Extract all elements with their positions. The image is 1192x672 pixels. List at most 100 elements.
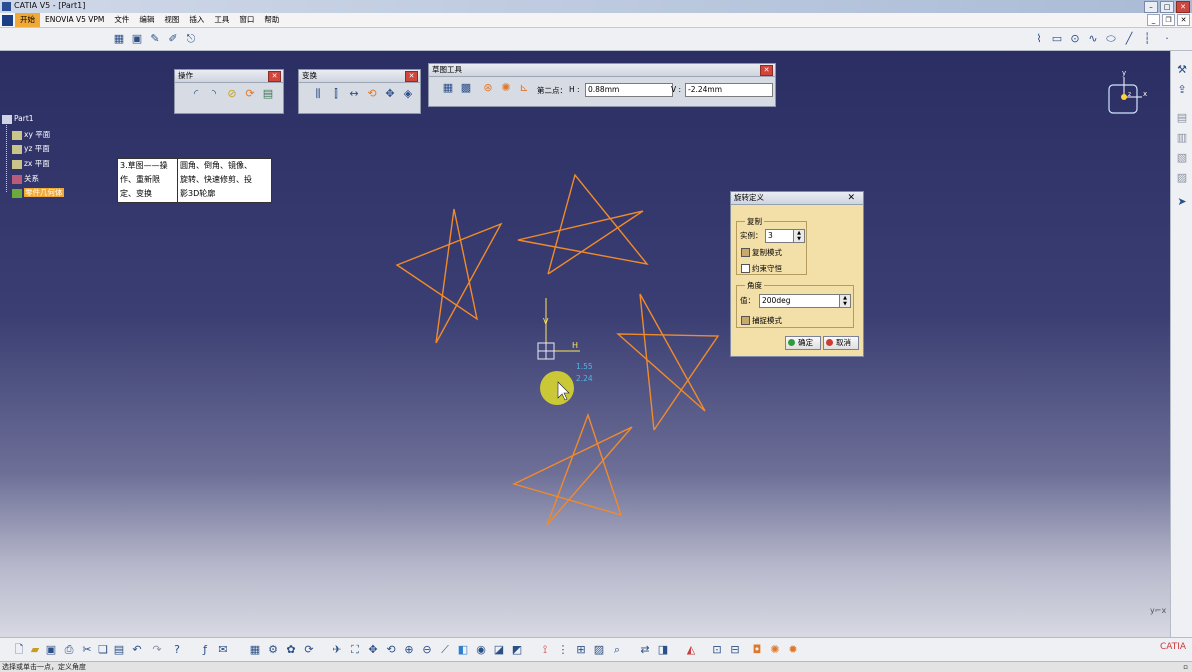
positioned-sketch-icon[interactable]: ▣ (130, 32, 144, 46)
zoom-in-icon[interactable]: ⊕ (402, 643, 416, 657)
chamfer-icon[interactable]: ◝ (207, 87, 221, 101)
constraint-icon[interactable]: ▧ (1175, 151, 1189, 165)
axis-icon[interactable]: ┆ (1140, 32, 1154, 46)
instances-stepper[interactable]: 3 ▲ ▼ (765, 229, 805, 243)
ok-button[interactable]: 确定 (785, 336, 821, 350)
minimize-button[interactable]: – (1144, 1, 1158, 13)
3d-viewport[interactable]: V H 1.55 2.24 y x z y⌐x (0, 51, 1170, 637)
knowledge-icon[interactable]: ✿ (284, 643, 298, 657)
update-icon[interactable]: ⟳ (302, 643, 316, 657)
stepper-arrows-icon[interactable]: ▲ ▼ (839, 295, 850, 307)
doc-minimize-button[interactable]: _ (1147, 14, 1160, 26)
menu-window[interactable]: 窗口 (234, 13, 259, 27)
project-3d-icon[interactable]: ▤ (261, 87, 275, 101)
h-value-field[interactable]: 0.88mm (585, 83, 673, 97)
sketch-tools-close-button[interactable]: ✕ (760, 65, 773, 76)
orange-tool-icon-1[interactable]: ◘ (750, 643, 764, 657)
snap-to-point-icon[interactable]: ▩ (459, 81, 473, 95)
translate-icon[interactable]: ↔ (347, 87, 361, 101)
doc-restore-button[interactable]: ❐ (1162, 14, 1175, 26)
point-icon[interactable]: · (1160, 32, 1174, 46)
apply-material-icon[interactable]: ◨ (656, 643, 670, 657)
construction-icon[interactable]: ⊛ (481, 81, 495, 95)
corner-icon[interactable]: ◜ (189, 87, 203, 101)
menu-tools[interactable]: 工具 (209, 13, 234, 27)
menu-help[interactable]: 帮助 (259, 13, 284, 27)
new-icon[interactable]: 🗋 (12, 643, 26, 657)
cut-part-icon[interactable]: ▥ (1175, 131, 1189, 145)
lock-icon[interactable]: ⊡ (710, 643, 724, 657)
layer-icon[interactable]: ⊟ (728, 643, 742, 657)
material-icon[interactable]: ▨ (592, 643, 606, 657)
offset-icon[interactable]: ◈ (401, 87, 415, 101)
measure-icon[interactable]: ▤ (1175, 111, 1189, 125)
measure-between-icon[interactable]: ⋮ (556, 643, 570, 657)
cut-icon[interactable]: ✂ (80, 643, 94, 657)
menu-edit[interactable]: 编辑 (134, 13, 159, 27)
swap-icon[interactable]: ⇄ (638, 643, 652, 657)
tree-item-xy-plane[interactable]: xy 平面 (12, 129, 50, 140)
tree-item-relations[interactable]: 关系 (12, 173, 39, 184)
mirror-transform-icon[interactable]: ⫼ (311, 87, 325, 101)
geometric-constraints-icon[interactable]: ✺ (499, 81, 513, 95)
orange-tool-icon-2[interactable]: ✺ (768, 643, 782, 657)
sketch-icon[interactable]: ▦ (112, 32, 126, 46)
sketch-tools-icon[interactable]: ⚒ (1175, 63, 1189, 77)
isometric-view-icon[interactable]: ◧ (456, 643, 470, 657)
mirror-icon[interactable]: ⟳ (243, 87, 257, 101)
copy-icon[interactable]: ❏ (96, 643, 110, 657)
exit-sketch-icon[interactable]: ⎋ (184, 32, 198, 46)
pan-icon[interactable]: ✥ (366, 643, 380, 657)
normal-view-icon[interactable]: ⟋ (438, 643, 452, 657)
menu-view[interactable]: 视图 (159, 13, 184, 27)
redo-icon[interactable]: ↷ (150, 643, 164, 657)
tree-root-part1[interactable]: Part1 (2, 114, 34, 124)
menu-insert[interactable]: 插入 (184, 13, 209, 27)
open-icon[interactable]: ▰ (28, 643, 42, 657)
angle-value-field[interactable]: 200deg ▲ ▼ (759, 294, 851, 308)
spline-icon[interactable]: ∿ (1086, 32, 1100, 46)
select-arrow-icon[interactable]: ➤ (1175, 195, 1189, 209)
transform-toolbar-close-button[interactable]: ✕ (405, 71, 418, 82)
dialog-close-button[interactable]: ✕ (847, 192, 855, 204)
cancel-button[interactable]: 取消 (823, 336, 859, 350)
print-icon[interactable]: ⎙ (62, 643, 76, 657)
catalog-icon[interactable]: ⚙ (266, 643, 280, 657)
shading-icon[interactable]: ◉ (474, 643, 488, 657)
scale-icon[interactable]: ✥ (383, 87, 397, 101)
circle-icon[interactable]: ⊙ (1068, 32, 1082, 46)
tree-item-yz-plane[interactable]: yz 平面 (12, 143, 50, 154)
swap-space-icon[interactable]: ◩ (510, 643, 524, 657)
fit-all-icon[interactable]: ⛶ (348, 643, 362, 657)
snap-mode-checkbox[interactable] (741, 316, 750, 325)
menu-file[interactable]: 文件 (109, 13, 134, 27)
fly-mode-icon[interactable]: ✈ (330, 643, 344, 657)
comment-icon[interactable]: ✉ (216, 643, 230, 657)
pencil-icon[interactable]: ✎ (148, 32, 162, 46)
menu-enovia[interactable]: ENOVIA V5 VPM (40, 13, 109, 27)
symmetry-icon[interactable]: ⫿ (329, 87, 343, 101)
dimensional-constraints-icon[interactable]: ⊾ (517, 81, 531, 95)
keep-constraints-checkbox[interactable] (741, 264, 750, 273)
constraint-display-icon[interactable]: ⟟ (538, 643, 552, 657)
save-icon[interactable]: ▣ (44, 643, 58, 657)
doc-close-button[interactable]: ✕ (1177, 14, 1190, 26)
operation-toolbar-close-button[interactable]: ✕ (268, 71, 281, 82)
trim-icon[interactable]: ⊘ (225, 87, 239, 101)
analysis-icon[interactable]: ▨ (1175, 171, 1189, 185)
paste-icon[interactable]: ▤ (112, 643, 126, 657)
close-button[interactable]: ✕ (1176, 1, 1190, 13)
rectangle-icon[interactable]: ▭ (1050, 32, 1064, 46)
whats-this-icon[interactable]: ? (170, 643, 184, 657)
formula-icon[interactable]: ƒ (198, 643, 212, 657)
maximize-button[interactable]: □ (1160, 1, 1174, 13)
menu-start[interactable]: 开始 (15, 13, 40, 27)
tree-item-zx-plane[interactable]: zx 平面 (12, 158, 50, 169)
ellipse-icon[interactable]: ⬭ (1104, 32, 1118, 46)
sketch-canvas[interactable] (0, 51, 1170, 637)
rotate-icon[interactable]: ⟲ (365, 87, 379, 101)
hide-show-icon[interactable]: ◪ (492, 643, 506, 657)
line-icon[interactable]: ╱ (1122, 32, 1136, 46)
table-icon[interactable]: ▦ (248, 643, 262, 657)
export-icon[interactable]: ⇪ (1175, 83, 1189, 97)
